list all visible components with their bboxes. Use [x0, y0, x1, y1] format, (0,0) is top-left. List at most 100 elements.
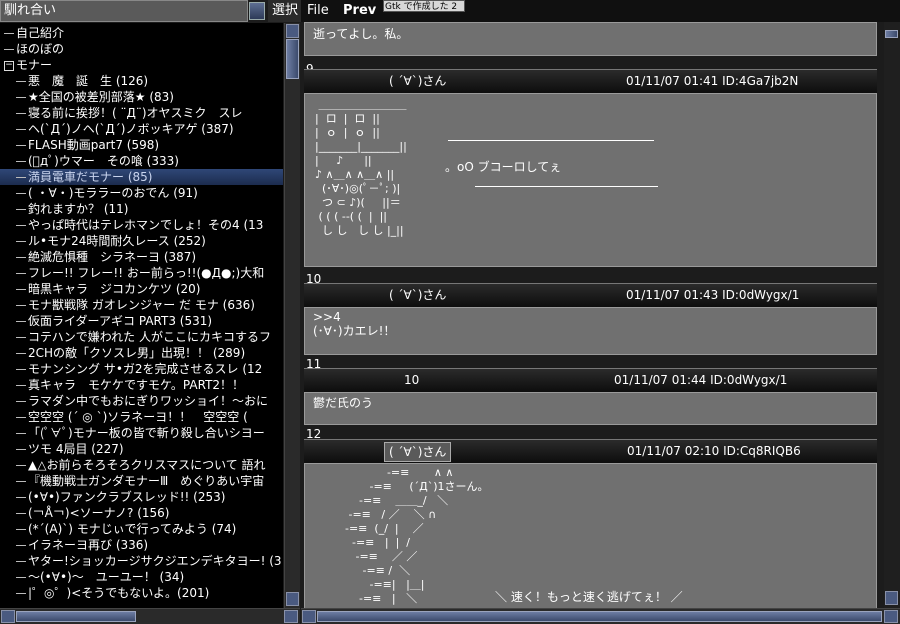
thread-item[interactable]: 2CHの敵「クソスレ男」出現！！ (289): [0, 345, 283, 361]
tree-connector: [16, 209, 26, 210]
thread-item[interactable]: コテハンで嫌われた 人がここにカキコするフ: [0, 329, 283, 345]
post-header: ( ´∀`)さん 01/11/07 01:41 ID:4Ga7jb2N: [304, 69, 877, 93]
thread-item[interactable]: ヘ(`Д´)ノヘ(`Д´)ノボッキアゲ (387): [0, 121, 283, 137]
menu-prev[interactable]: Prev: [343, 0, 376, 22]
thread-item[interactable]: 仮面ライダーアギコ PART3 (531): [0, 313, 283, 329]
scroll-up-arrow-icon[interactable]: [286, 24, 299, 38]
horizontal-scroll-thumb[interactable]: [16, 611, 136, 622]
menu-file[interactable]: File: [307, 0, 329, 22]
scroll-right-arrow-icon[interactable]: [284, 610, 298, 623]
thread-item[interactable]: 「(ﾟ∀ﾟ)モナー板の皆で斬り殺し合いシヨー: [0, 425, 283, 441]
thread-label: モナ獣戦隊 ガオレンジャー だ モナ (636): [28, 298, 255, 312]
thread-item[interactable]: ほのぼの: [0, 41, 283, 57]
thread-item[interactable]: (•∀•)ファンクラブスレッド!! (253): [0, 489, 283, 505]
scroll-thumb[interactable]: [286, 39, 299, 79]
right-vertical-scrollbar[interactable]: [884, 22, 900, 608]
thread-item[interactable]: ラマダン中でもおにぎりワッショイ！～おに: [0, 393, 283, 409]
board-select[interactable]: 馴れ合い: [0, 0, 248, 22]
thread-item[interactable]: 絶滅危惧種 シラネーヨ (387): [0, 249, 283, 265]
thread-label: 『機動戦士ガンダモナーⅢ めぐりあい宇宙: [28, 474, 265, 488]
tree-connector: [16, 577, 26, 578]
thread-item[interactable]: イラネーヨ再び (336): [0, 537, 283, 553]
tree-connector: [16, 305, 26, 306]
tree-connector: [16, 97, 26, 98]
thread-item[interactable]: (*´(A)`) モナじぃで行ってみよう (74): [0, 521, 283, 537]
speech-bubble: 。oO ブコーロしてぇ: [445, 160, 562, 174]
tree-connector: [16, 593, 26, 594]
tooltip: Gtk で作成した 2: [383, 0, 465, 12]
scroll-right-arrow-icon[interactable]: [884, 610, 898, 623]
thread-item[interactable]: 寝る前に挨拶！( ¨Д¨)オヤスミク スレ: [0, 105, 283, 121]
thread-item[interactable]: ヤター!ショッカージサクジエンデキタヨー! (3: [0, 553, 283, 569]
tree-connector: [16, 561, 26, 562]
thread-view: 逝ってよし。私。 9 ( ´∀`)さん 01/11/07 01:41 ID:4G…: [301, 22, 884, 608]
thread-item[interactable]: ( ・∀・)モララーのおでん (91): [0, 185, 283, 201]
post-8: 逝ってよし。私。: [304, 22, 877, 56]
thread-item[interactable]: 空空空 (´ ◎ `)ソラネーヨ！！ 空空空 (: [0, 409, 283, 425]
board-dropdown-button[interactable]: [249, 2, 265, 20]
thread-label: (*´(A)`) モナじぃで行ってみよう (74): [28, 522, 237, 536]
scroll-down-arrow-icon[interactable]: [885, 591, 898, 605]
poster-name[interactable]: ( ´∀`)さん: [389, 284, 446, 306]
thread-item[interactable]: (￢Å￢)<ソーナノ? (156): [0, 505, 283, 521]
post-9: ＿＿＿＿＿＿＿＿ | ロ | ロ || | ｏ | ｏ || |_______|…: [304, 93, 877, 267]
post-12: -=≡ ∧ ∧ -=≡ (´Д`)1さーん。 -=≡ ＿＿_/ ＼ -=≡ / …: [304, 463, 877, 608]
thread-item[interactable]: 釣れますか？ (11): [0, 201, 283, 217]
scroll-down-arrow-icon[interactable]: [286, 592, 299, 606]
thread-item[interactable]: 真キャラ モケケですモケ。PART2！！: [0, 377, 283, 393]
thread-item[interactable]: |゜◎゜)<そうでもないよ。(201): [0, 585, 283, 601]
tree-connector: [16, 337, 26, 338]
thread-label: (•∀•)ファンクラブスレッド!! (253): [28, 490, 226, 504]
thread-label: |゜◎゜)<そうでもないよ。(201): [28, 586, 210, 600]
scroll-thumb-top[interactable]: [885, 30, 898, 38]
scroll-left-arrow-icon[interactable]: [302, 610, 316, 623]
tree-connector: [16, 481, 26, 482]
thread-item[interactable]: ツモ 4局目 (227): [0, 441, 283, 457]
thread-item[interactable]: ～(•∀•)～ ユーユー！ (34): [0, 569, 283, 585]
tree-connector: [4, 49, 14, 50]
thread-item[interactable]: FLASH動画part7 (598): [0, 137, 283, 153]
tree-connector: [16, 177, 26, 178]
thread-label: イラネーヨ再び (336): [28, 538, 149, 552]
thread-item[interactable]: フレー!! フレー!! おー前らっ!!(●Д●;)大和: [0, 265, 283, 281]
tree-connector: [16, 433, 26, 434]
thread-item[interactable]: やっぱ時代はテレホマンでしょ！その4 (13: [0, 217, 283, 233]
select-button[interactable]: 選択: [268, 0, 302, 22]
thread-label: 2CHの敵「クソスレ男」出現！！ (289): [28, 346, 246, 360]
poster-name[interactable]: 10: [404, 369, 419, 391]
thread-item[interactable]: 自己紹介: [0, 25, 283, 41]
thread-label: ▲△お前らそろそろクリスマスについて 語れ: [28, 458, 266, 472]
post-date: 01/11/07 01:44 ID:0dWygx/1: [614, 373, 788, 387]
tree-connector: [4, 33, 14, 34]
thread-item[interactable]: (ﾟдﾟ)ウマー その喰 (333): [0, 153, 283, 169]
thread-item[interactable]: 暗黒キャラ ジコカンケツ (20): [0, 281, 283, 297]
thread-item[interactable]: 『機動戦士ガンダモナーⅢ めぐりあい宇宙: [0, 473, 283, 489]
thread-item[interactable]: 悪 魔 誕 生 (126): [0, 73, 283, 89]
tree-connector: [16, 353, 26, 354]
ascii-art-caption: ＼ 速く！もっと速く逃げてぇ！ ／: [495, 590, 683, 604]
thread-item[interactable]: ▲△お前らそろそろクリスマスについて 語れ: [0, 457, 283, 473]
left-horizontal-scrollbar[interactable]: [0, 608, 300, 624]
thread-label: ～(•∀•)～ ユーユー！ (34): [28, 570, 185, 584]
tree-connector: [16, 193, 26, 194]
horizontal-scroll-thumb[interactable]: [317, 611, 882, 622]
thread-item[interactable]: モナンシング サ•ガ2を完成させるスレ (12: [0, 361, 283, 377]
tree-folder[interactable]: − モナー: [0, 57, 283, 73]
thread-item[interactable]: ★全国の被差別部落★ (83): [0, 89, 283, 105]
thread-item[interactable]: ル•モナ24時間耐久レース (252): [0, 233, 283, 249]
collapse-icon[interactable]: −: [4, 60, 14, 71]
thread-label: モナンシング サ•ガ2を完成させるスレ (12: [28, 362, 263, 376]
left-vertical-scrollbar[interactable]: [284, 23, 300, 608]
tree-connector: [16, 449, 26, 450]
tree-connector: [16, 401, 26, 402]
tree-connector: [16, 545, 26, 546]
right-horizontal-scrollbar[interactable]: [301, 608, 900, 624]
thread-item[interactable]: 満員電車だモナー (85): [0, 169, 283, 185]
scroll-left-arrow-icon[interactable]: [1, 610, 15, 623]
poster-name-button[interactable]: ( ´∀`)さん: [384, 442, 452, 462]
poster-name[interactable]: ( ´∀`)さん: [389, 70, 446, 92]
post-date: 01/11/07 01:43 ID:0dWygx/1: [626, 288, 800, 302]
thread-item[interactable]: モナ獣戦隊 ガオレンジャー だ モナ (636): [0, 297, 283, 313]
tree-connector: [16, 257, 26, 258]
post-body: 逝ってよし。私。: [313, 27, 409, 41]
